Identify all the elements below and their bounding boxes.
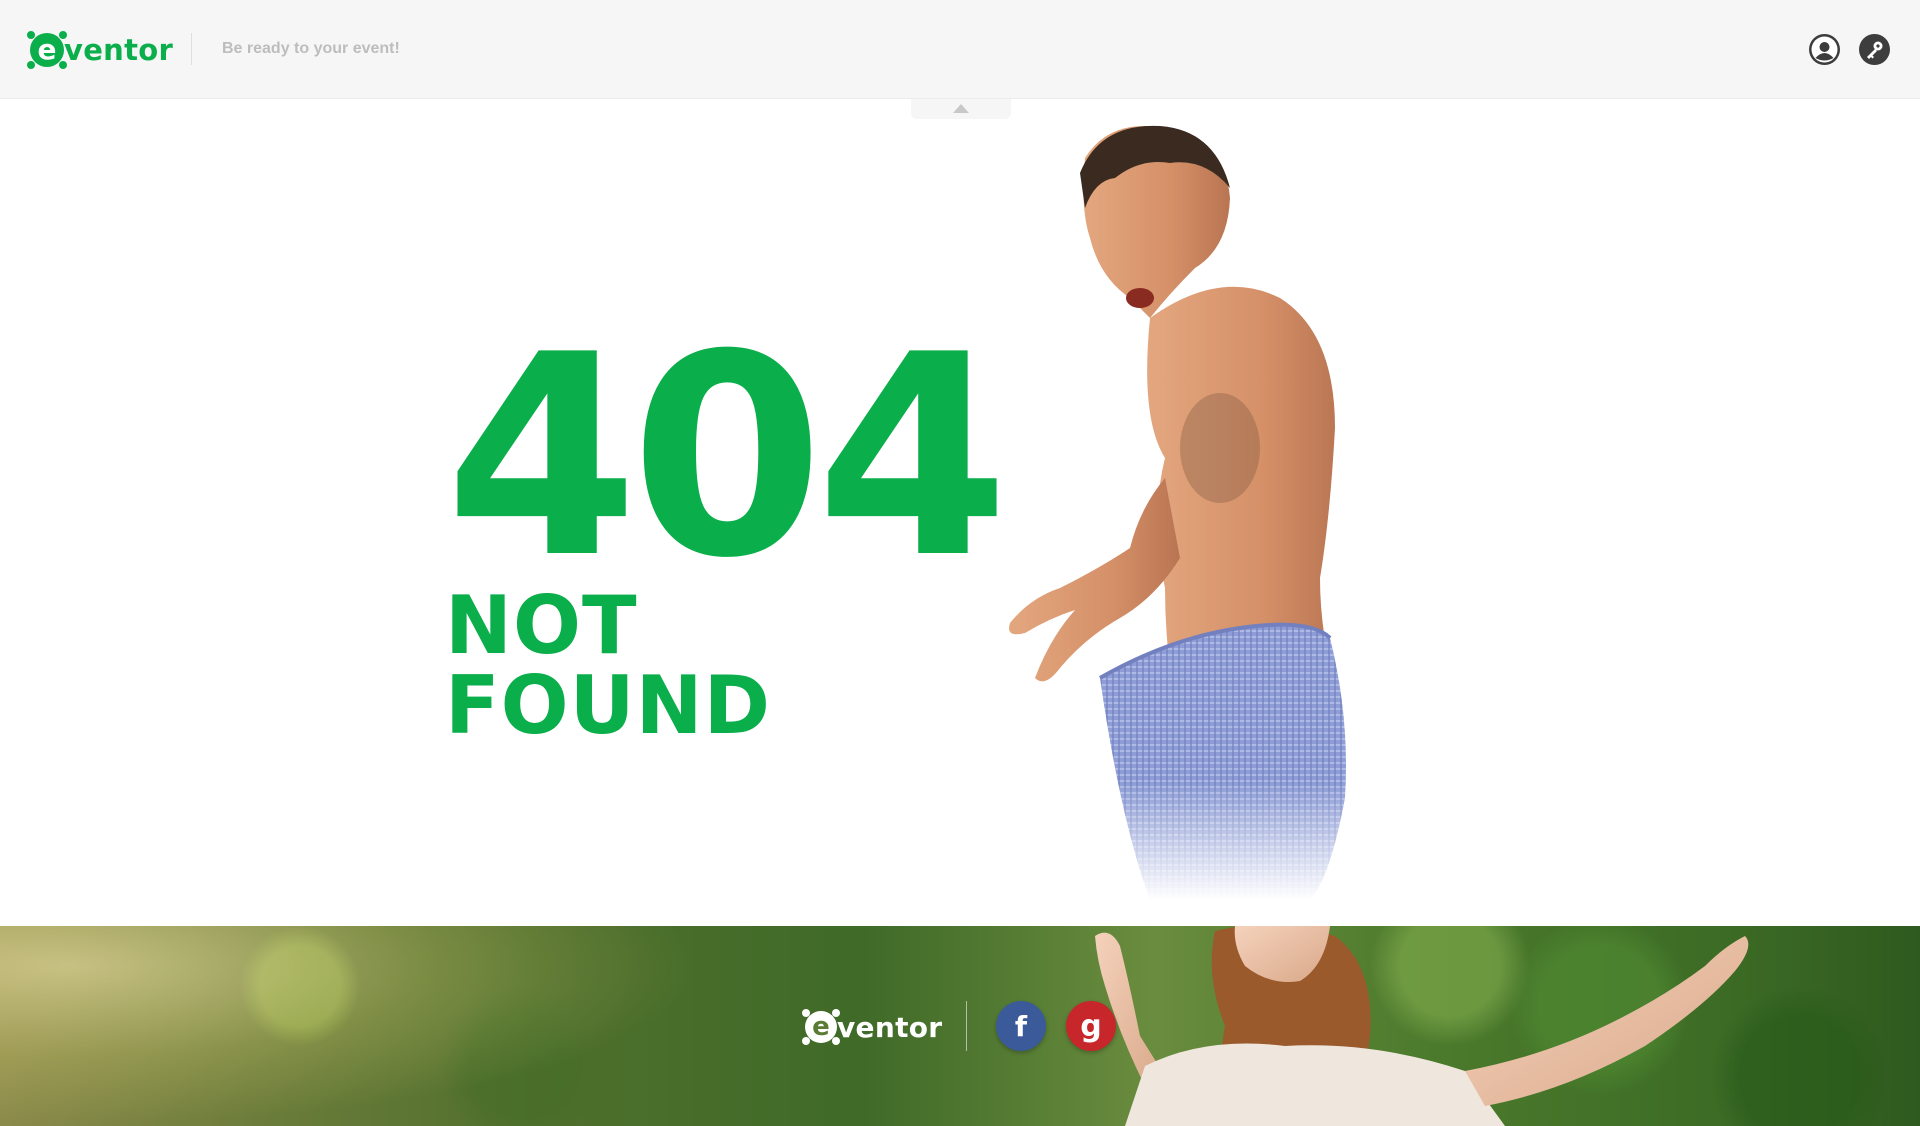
header-divider [191,33,192,65]
google-plus-icon: g [1080,1008,1102,1044]
footer-logo[interactable]: e ventor [802,1009,943,1045]
error-code: 404 [445,295,1009,619]
user-icon [1811,36,1838,63]
header-collapse-toggle[interactable] [911,99,1011,119]
key-icon [1867,41,1883,59]
user-account-button[interactable] [1809,34,1840,65]
logo-wordmark: ventor [64,33,174,67]
caret-up-icon [953,104,969,113]
site-tagline: Be ready to your event! [222,40,400,57]
footer-logo-wordmark: ventor [837,1010,943,1044]
footer-banner: e ventor f g [0,926,1920,1126]
facebook-icon: f [1014,1009,1028,1043]
error-message: NOT FOUND [445,579,771,752]
shirtless-man-photo [990,118,1410,900]
brand-logo[interactable]: e ventor [27,30,174,70]
top-header: e ventor Be ready to your event! [0,0,1920,99]
login-key-button[interactable] [1859,34,1890,65]
facebook-button[interactable]: f [996,1001,1046,1051]
google-plus-button[interactable]: g [1066,1001,1116,1051]
footer-logo-e-mark: e [802,1009,837,1045]
woman-arms-open-photo [1095,926,1749,1126]
logo-e-mark: e [27,31,64,69]
sunlight-glow [0,926,700,1126]
footer-divider [966,1001,967,1051]
